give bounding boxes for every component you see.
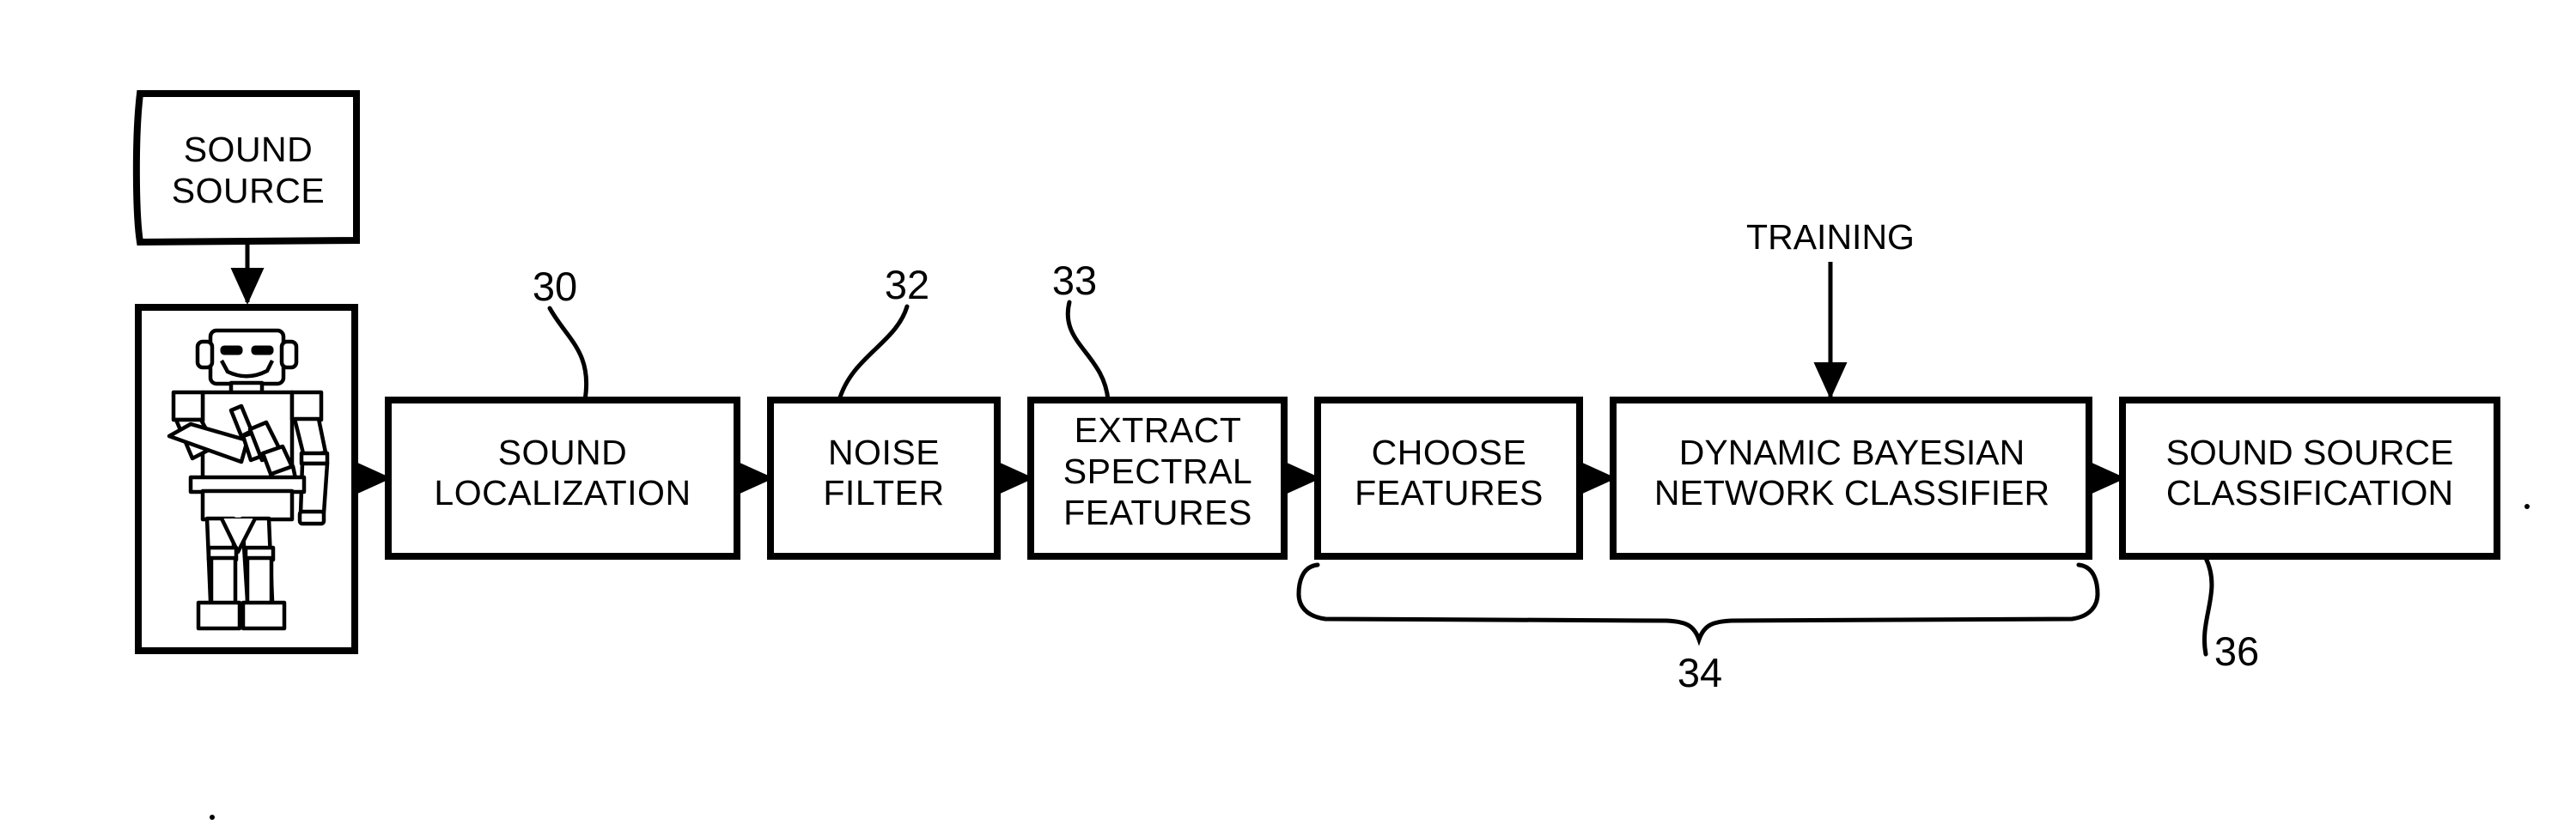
ref-numeral-30: 30 — [533, 264, 577, 309]
scan-speck-bottom-left — [210, 815, 215, 820]
classification-label-line1: SOUND SOURCE — [2166, 433, 2454, 472]
ref-numeral-32: 32 — [885, 262, 929, 307]
sound-source-label-line2: SOURCE — [172, 171, 325, 210]
brace-group-34: 34 — [1296, 562, 2100, 695]
choose-features-label-line1: CHOOSE — [1372, 433, 1527, 472]
choose-features-block: CHOOSE FEATURES — [1314, 397, 1583, 560]
training-annotation: TRAINING — [1746, 217, 1915, 399]
flow-diagram: SOUND SOURCE SOUND LOCALIZATION 30 NOISE… — [132, 90, 2530, 820]
ref-numeral-33: 33 — [1052, 258, 1097, 303]
dbn-classifier-label-line2: NETWORK CLASSIFIER — [1654, 473, 2049, 513]
leader-line-32 — [837, 304, 910, 403]
classification-label-line2: CLASSIFICATION — [2166, 473, 2453, 513]
sound-source-classification-block: SOUND SOURCE CLASSIFICATION 36 — [2119, 397, 2500, 674]
noise-filter-label-line2: FILTER — [823, 473, 944, 513]
leader-line-30 — [547, 306, 588, 403]
sound-source-block: SOUND SOURCE — [132, 90, 360, 246]
robot-panel-block — [135, 304, 358, 654]
extract-features-label-line2: SPECTRAL — [1063, 452, 1252, 491]
sound-localization-label-line1: SOUND — [498, 433, 628, 472]
training-label: TRAINING — [1746, 217, 1915, 257]
ref-numeral-36: 36 — [2214, 628, 2259, 674]
dbn-classifier-label-line1: DYNAMIC BAYESIAN — [1679, 433, 2025, 472]
leader-line-36 — [2202, 555, 2214, 657]
leader-line-33 — [1065, 300, 1111, 403]
figure-canvas: SOUND SOURCE SOUND LOCALIZATION 30 NOISE… — [0, 0, 2576, 831]
extract-spectral-features-block: EXTRACT SPECTRAL FEATURES 33 — [1027, 258, 1288, 560]
ref-numeral-34: 34 — [1678, 650, 1722, 695]
extract-features-label-line1: EXTRACT — [1075, 410, 1242, 450]
noise-filter-block: NOISE FILTER 32 — [767, 262, 1001, 560]
sound-source-label-line1: SOUND — [184, 130, 314, 169]
dbn-classifier-block: DYNAMIC BAYESIAN NETWORK CLASSIFIER — [1610, 397, 2092, 560]
sound-localization-block: SOUND LOCALIZATION 30 — [385, 264, 740, 560]
curly-brace-34 — [1296, 562, 2100, 646]
choose-features-label-line2: FEATURES — [1355, 473, 1544, 513]
noise-filter-label-line1: NOISE — [828, 433, 940, 472]
extract-features-label-line3: FEATURES — [1063, 493, 1252, 532]
scan-speck-right — [2524, 504, 2530, 509]
sound-localization-label-line2: LOCALIZATION — [434, 473, 691, 513]
